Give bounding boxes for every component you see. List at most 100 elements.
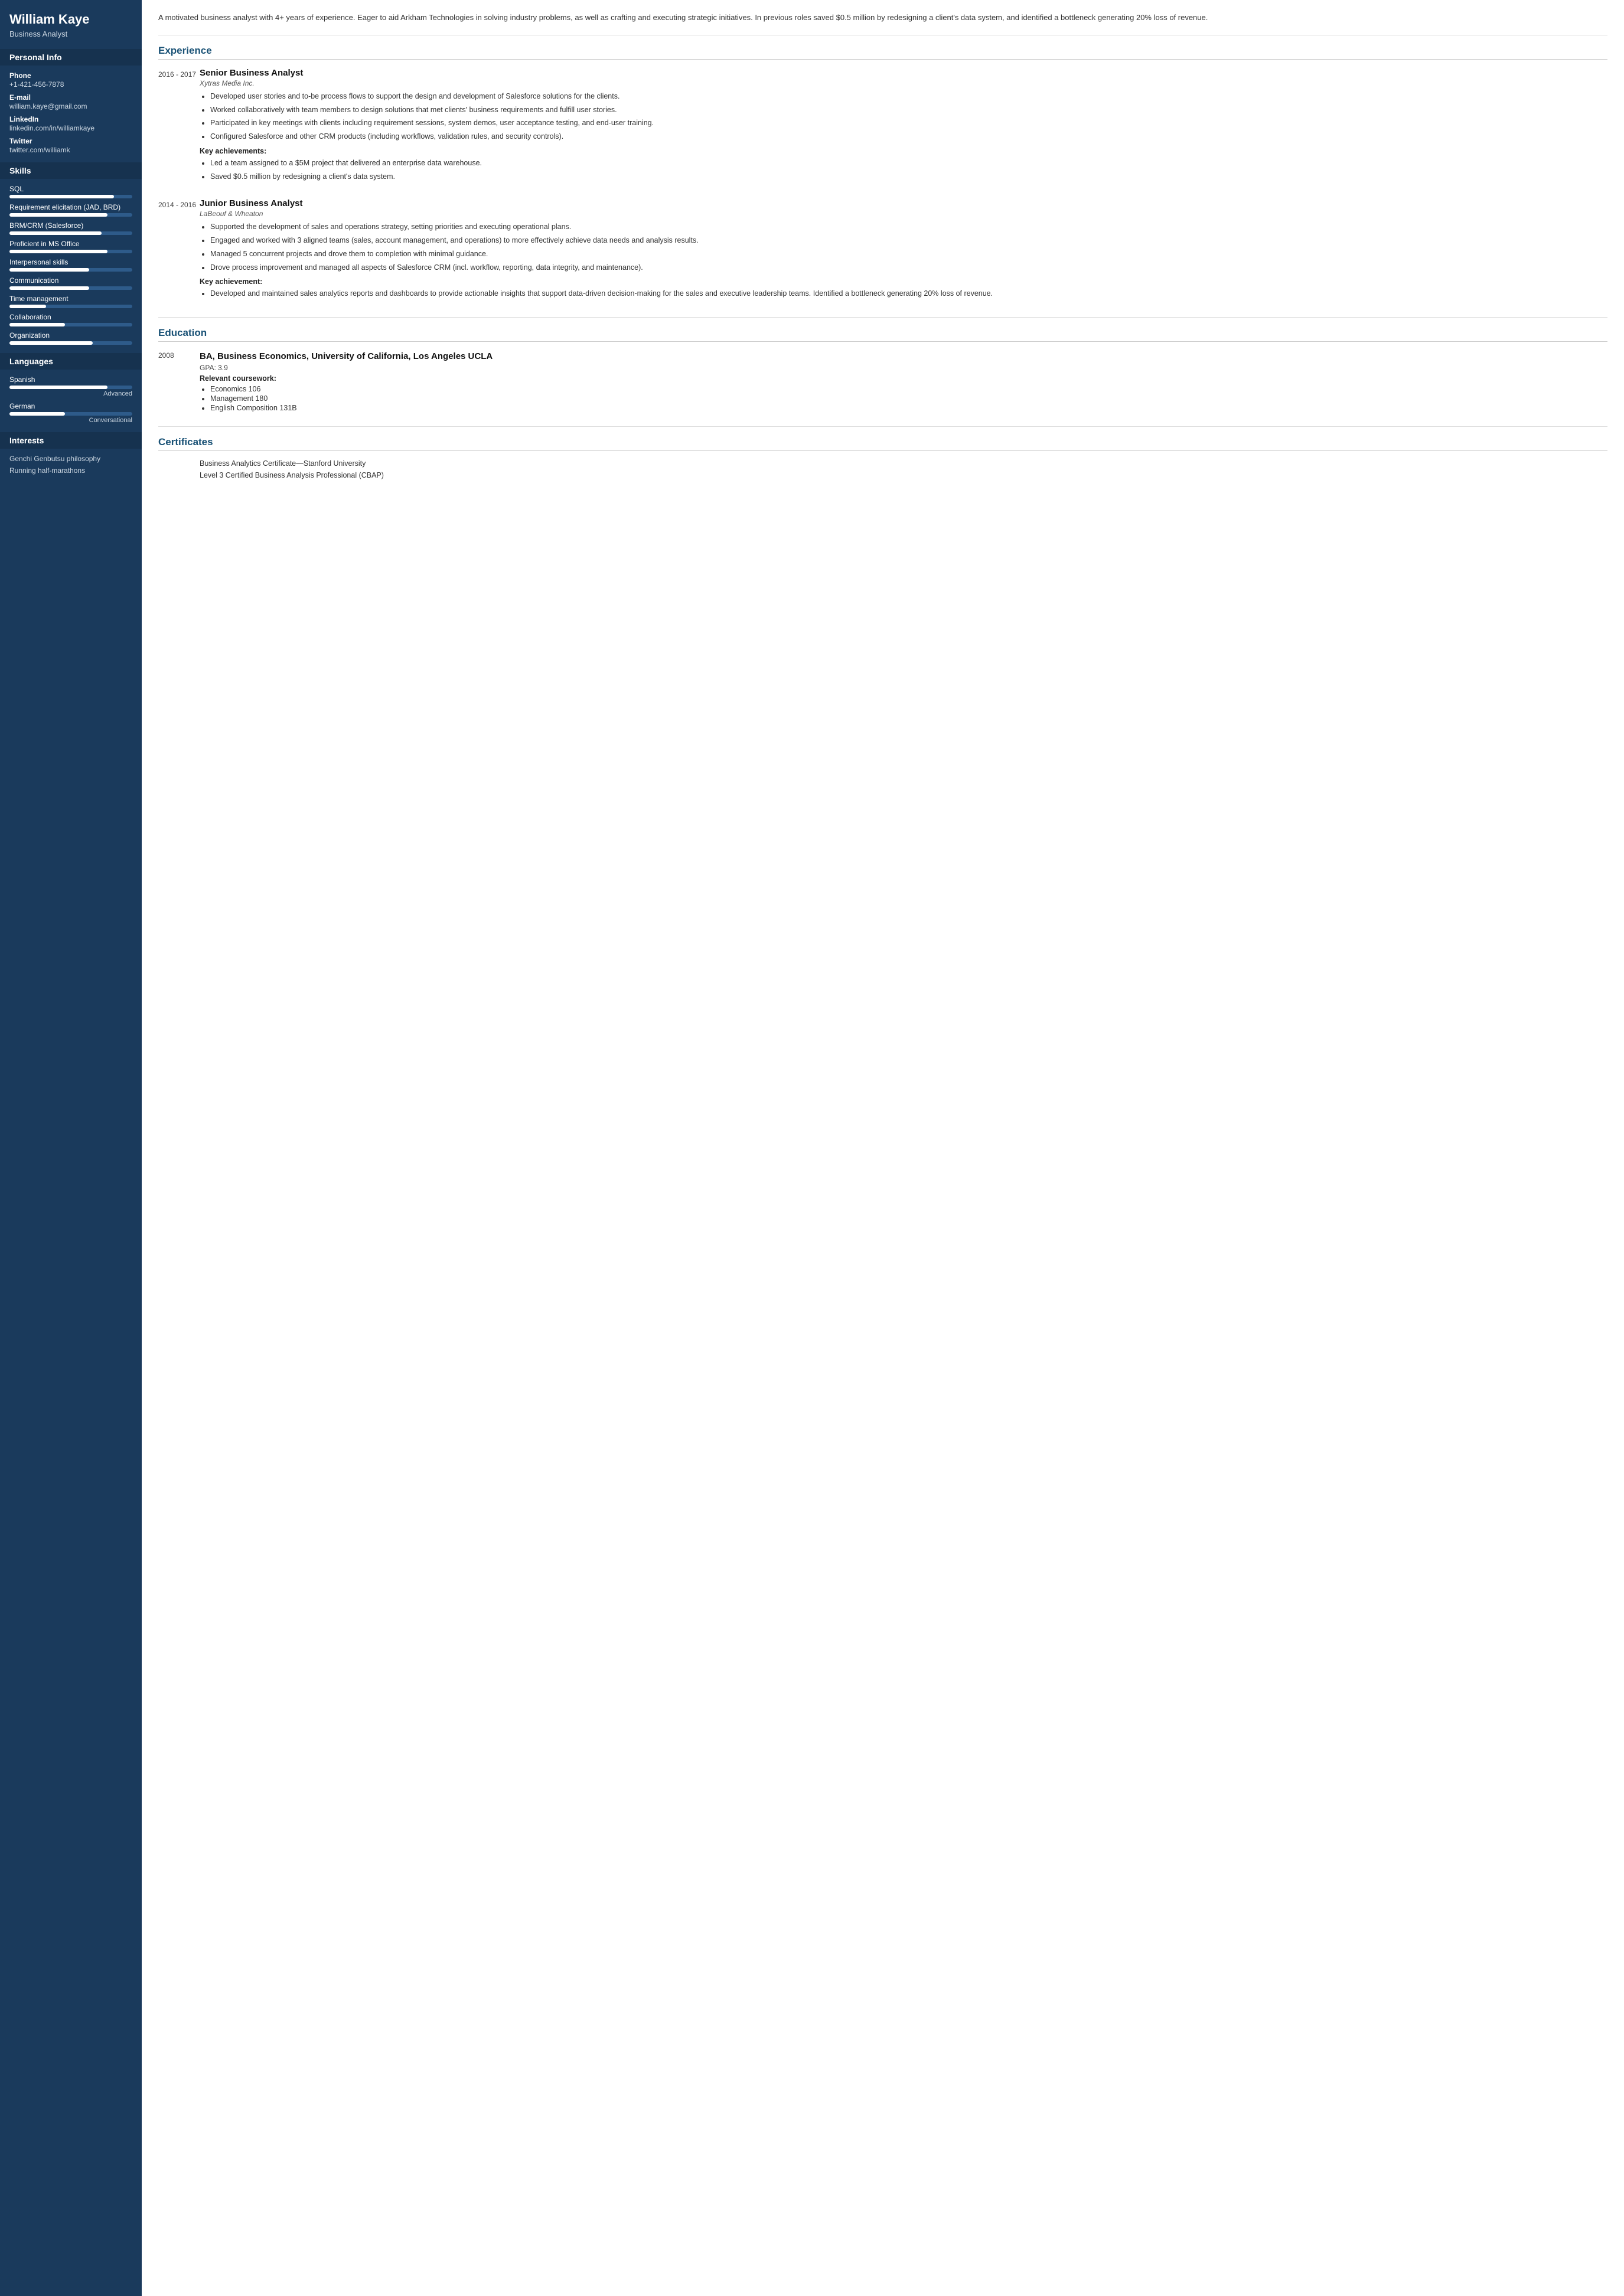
exp-company: LaBeouf & Wheaton <box>200 210 1607 218</box>
exp-date: 2014 - 2016 <box>158 198 200 304</box>
education-list: 2008 BA, Business Economics, University … <box>158 350 1607 413</box>
experience-heading: Experience <box>158 45 1607 60</box>
skill-label: Interpersonal skills <box>9 258 132 266</box>
education-item: 2008 BA, Business Economics, University … <box>158 350 1607 413</box>
phone-value: +1-421-456-7878 <box>9 80 132 89</box>
language-level: Advanced <box>9 390 132 397</box>
skill-bar-bg <box>9 268 132 272</box>
phone-label: Phone <box>9 71 132 80</box>
language-level: Conversational <box>9 417 132 424</box>
main-content: A motivated business analyst with 4+ yea… <box>142 0 1624 2296</box>
certs-list: Business Analytics Certificate—Stanford … <box>158 459 1607 479</box>
key-achievement-title: Key achievements: <box>200 147 1607 155</box>
linkedin-value: linkedin.com/in/williamkaye <box>9 124 132 132</box>
exp-company: Xytras Media Inc. <box>200 79 1607 87</box>
skill-bar-fill <box>9 213 107 217</box>
skill-item: Requirement elicitation (JAD, BRD) <box>9 203 132 217</box>
skill-bar-bg <box>9 323 132 326</box>
skill-label: Time management <box>9 295 132 303</box>
skill-item: Communication <box>9 276 132 290</box>
candidate-name: William Kaye <box>9 12 132 27</box>
edu-degree: BA, Business Economics, University of Ca… <box>200 350 1607 362</box>
experience-section: Experience 2016 - 2017 Senior Business A… <box>158 45 1607 304</box>
coursework-item: Economics 106 <box>210 385 1607 393</box>
skill-item: Organization <box>9 331 132 345</box>
language-label: Spanish <box>9 375 132 384</box>
certs-divider <box>158 426 1607 427</box>
edu-date: 2008 <box>158 350 200 413</box>
skill-label: Requirement elicitation (JAD, BRD) <box>9 203 132 211</box>
skill-bar-bg <box>9 231 132 235</box>
language-bar-bg <box>9 412 132 416</box>
skill-item: Proficient in MS Office <box>9 240 132 253</box>
experience-item: 2014 - 2016 Junior Business Analyst LaBe… <box>158 198 1607 304</box>
edu-gpa: GPA: 3.9 <box>200 364 1607 372</box>
key-achievement-bullets: Led a team assigned to a $5M project tha… <box>200 158 1607 182</box>
skill-bar-fill <box>9 268 89 272</box>
interest-item: Running half-marathons <box>9 466 132 475</box>
language-item: German Conversational <box>9 402 132 424</box>
cert-text: Level 3 Certified Business Analysis Prof… <box>200 471 384 479</box>
personal-info-heading: Personal Info <box>0 49 142 66</box>
skill-item: Interpersonal skills <box>9 258 132 272</box>
twitter-label: Twitter <box>9 137 132 145</box>
exp-bullets: Supported the development of sales and o… <box>200 221 1607 273</box>
exp-body: Junior Business Analyst LaBeouf & Wheato… <box>200 198 1607 304</box>
exp-body: Senior Business Analyst Xytras Media Inc… <box>200 68 1607 187</box>
skills-section: SQL Requirement elicitation (JAD, BRD) B… <box>9 185 132 345</box>
skill-bar-bg <box>9 213 132 217</box>
skill-bar-bg <box>9 286 132 290</box>
interests-heading: Interests <box>0 432 142 449</box>
exp-bullet: Worked collaboratively with team members… <box>210 104 1607 116</box>
skill-label: BRM/CRM (Salesforce) <box>9 221 132 230</box>
skill-bar-fill <box>9 195 114 198</box>
skill-bar-fill <box>9 341 93 345</box>
skill-label: SQL <box>9 185 132 193</box>
exp-bullet: Engaged and worked with 3 aligned teams … <box>210 235 1607 246</box>
exp-bullet: Drove process improvement and managed al… <box>210 262 1607 273</box>
candidate-title: Business Analyst <box>9 30 132 38</box>
exp-date: 2016 - 2017 <box>158 68 200 187</box>
skill-item: BRM/CRM (Salesforce) <box>9 221 132 235</box>
exp-bullet: Configured Salesforce and other CRM prod… <box>210 131 1607 142</box>
cert-item: Level 3 Certified Business Analysis Prof… <box>158 471 1607 479</box>
education-section: Education 2008 BA, Business Economics, U… <box>158 327 1607 413</box>
languages-heading: Languages <box>0 353 142 370</box>
exp-job-title: Senior Business Analyst <box>200 68 1607 78</box>
experience-list: 2016 - 2017 Senior Business Analyst Xytr… <box>158 68 1607 304</box>
skill-bar-fill <box>9 286 89 290</box>
skill-item: Time management <box>9 295 132 308</box>
exp-bullets: Developed user stories and to-be process… <box>200 91 1607 142</box>
skill-bar-bg <box>9 195 132 198</box>
cert-spacer <box>158 459 200 468</box>
key-achievement-title: Key achievement: <box>200 277 1607 286</box>
skill-item: SQL <box>9 185 132 198</box>
summary-text: A motivated business analyst with 4+ yea… <box>158 12 1607 24</box>
key-bullet: Developed and maintained sales analytics… <box>210 288 1607 299</box>
education-heading: Education <box>158 327 1607 342</box>
exp-bullet: Participated in key meetings with client… <box>210 117 1607 129</box>
linkedin-label: LinkedIn <box>9 115 132 123</box>
key-bullet: Saved $0.5 million by redesigning a clie… <box>210 171 1607 182</box>
language-bar-fill <box>9 386 107 389</box>
personal-info-section: Phone +1-421-456-7878 E-mail william.kay… <box>9 71 132 154</box>
skill-bar-fill <box>9 305 46 308</box>
certificates-heading: Certificates <box>158 436 1607 451</box>
language-bar-bg <box>9 386 132 389</box>
certificates-section: Certificates Business Analytics Certific… <box>158 436 1607 479</box>
skill-label: Communication <box>9 276 132 285</box>
language-label: German <box>9 402 132 410</box>
skill-label: Proficient in MS Office <box>9 240 132 248</box>
cert-item: Business Analytics Certificate—Stanford … <box>158 459 1607 468</box>
skill-bar-fill <box>9 323 65 326</box>
edu-body: BA, Business Economics, University of Ca… <box>200 350 1607 413</box>
experience-item: 2016 - 2017 Senior Business Analyst Xytr… <box>158 68 1607 187</box>
interest-item: Genchi Genbutsu philosophy <box>9 455 132 463</box>
skill-bar-fill <box>9 250 107 253</box>
interests-section: Genchi Genbutsu philosophy Running half-m… <box>9 455 132 475</box>
email-value: william.kaye@gmail.com <box>9 102 132 110</box>
skill-label: Organization <box>9 331 132 339</box>
skill-bar-bg <box>9 305 132 308</box>
twitter-value: twitter.com/williamk <box>9 146 132 154</box>
language-item: Spanish Advanced <box>9 375 132 397</box>
